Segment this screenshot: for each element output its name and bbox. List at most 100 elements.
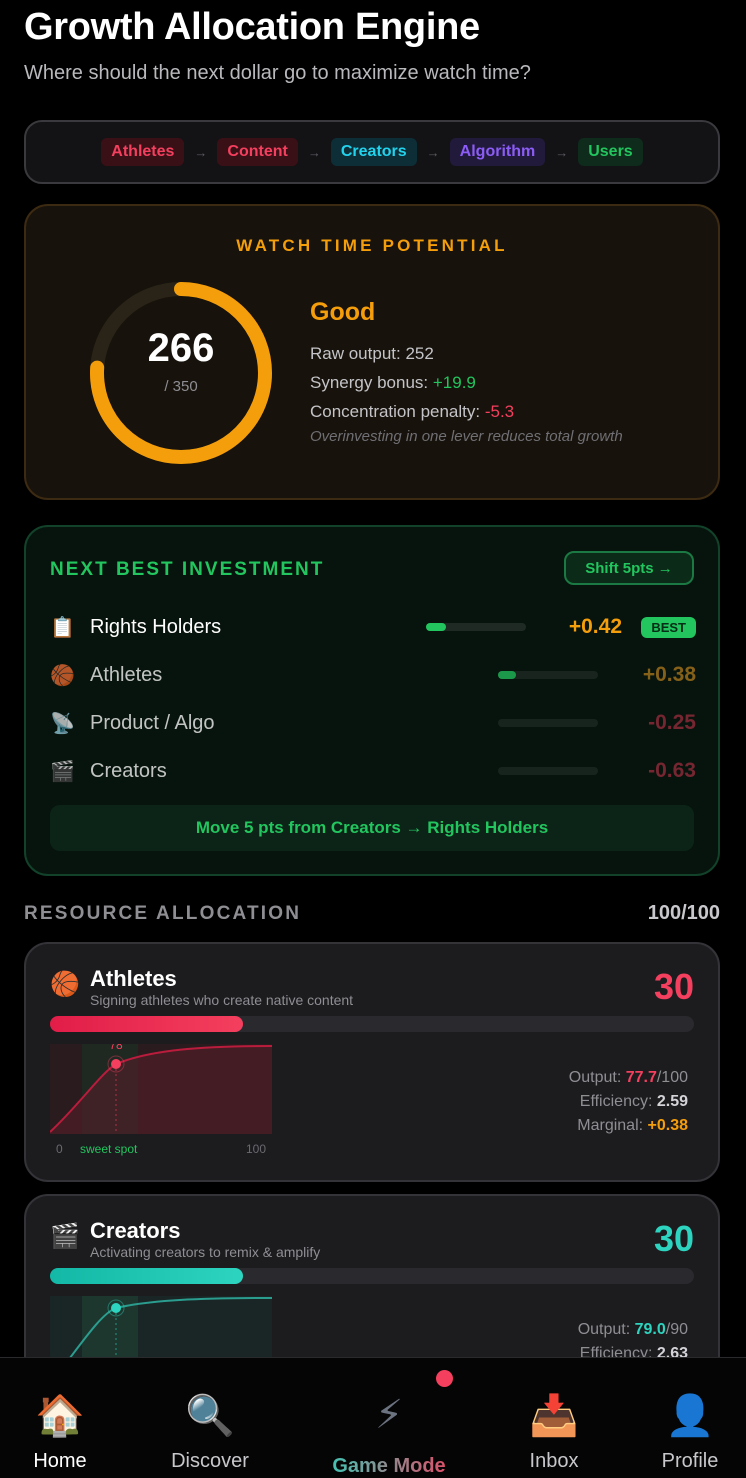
- tab-label: Profile: [661, 1450, 719, 1472]
- clipboard-icon: 📋: [50, 616, 75, 639]
- current-point-label: 78: [109, 1044, 123, 1052]
- flow-chip-content[interactable]: Content: [217, 138, 298, 166]
- score-ring: [90, 282, 272, 464]
- marginal-bar: [498, 767, 598, 775]
- basketball-icon: 🏀: [50, 664, 75, 687]
- investment-name: Athletes: [90, 663, 163, 686]
- resource-description: Activating creators to remix & amplify: [90, 1244, 321, 1260]
- curve-axis-min: 0: [56, 1142, 63, 1156]
- satellite-icon: 📡: [50, 712, 75, 735]
- flow-arrow-icon: →: [426, 144, 440, 160]
- resource-name: Athletes: [90, 966, 177, 991]
- growth-flow: Athletes → Content → Creators → Algorith…: [24, 120, 720, 184]
- sweet-spot-label: sweet spot: [80, 1142, 138, 1156]
- resource-description: Signing athletes who create native conte…: [90, 992, 354, 1008]
- tab-inbox[interactable]: 📥 Inbox: [494, 1358, 614, 1478]
- score-breakdown: Good Raw output: 252 Synergy bonus: +19.…: [310, 298, 623, 445]
- basketball-icon: 🏀: [50, 971, 80, 998]
- watch-time-label: WATCH TIME POTENTIAL: [236, 236, 508, 255]
- search-icon: 🔍: [185, 1394, 235, 1438]
- marginal-bar: [426, 623, 526, 631]
- home-icon: 🏠: [35, 1394, 85, 1438]
- marginal-value: -0.25: [648, 711, 696, 734]
- allocation-slider[interactable]: [50, 1016, 694, 1032]
- bottom-tab-bar: 🏠 Home 🔍 Discover ⚡ Game Mode 📥 Inbox 👤 …: [0, 1357, 746, 1478]
- marginal-stat-value: +0.38: [647, 1117, 688, 1134]
- penalty-line: Concentration penalty: -5.3: [310, 397, 623, 426]
- investment-name: Creators: [90, 759, 167, 782]
- resource-card-athletes[interactable]: 🏀 Athletes Signing athletes who create n…: [24, 942, 720, 1182]
- output-label: Output:: [568, 1069, 626, 1086]
- output-max: /90: [665, 1321, 688, 1338]
- output-value: 79.0: [634, 1321, 666, 1338]
- investment-row[interactable]: 📋 Rights Holders +0.42 BEST: [50, 607, 696, 647]
- current-point: [111, 1059, 121, 1069]
- resource-allocation-header: RESOURCE ALLOCATION 100/100: [24, 902, 720, 925]
- output-max: /100: [656, 1069, 688, 1086]
- output-stat: Output: 77.7/100: [569, 1066, 688, 1090]
- lightning-icon: ⚡: [374, 1393, 404, 1437]
- resource-value: 30: [653, 1218, 694, 1259]
- flow-chip-creators[interactable]: Creators: [330, 138, 417, 166]
- clapperboard-icon: 🎬: [50, 760, 75, 783]
- flow-chip-users[interactable]: Users: [578, 138, 643, 166]
- allocation-slider-fill: [50, 1016, 244, 1032]
- flow-arrow-icon: →: [307, 144, 321, 160]
- marginal-label: Marginal:: [577, 1117, 648, 1134]
- tab-label: Game Mode: [314, 1455, 464, 1478]
- investment-row[interactable]: 🏀 Athletes +0.38: [50, 655, 696, 695]
- tab-label: Inbox: [529, 1450, 579, 1472]
- page-header: Growth Allocation Engine Where should th…: [24, 6, 531, 85]
- allocation-total: 100/100: [647, 902, 720, 924]
- output-value: 77.7: [625, 1069, 657, 1086]
- allocation-slider-fill: [50, 1268, 244, 1284]
- synergy-label: Synergy bonus:: [310, 373, 433, 392]
- marginal-value: +0.42: [568, 615, 622, 638]
- score-max: / 350: [164, 378, 198, 395]
- clapperboard-icon: 🎬: [50, 1223, 80, 1250]
- flow-arrow-icon: →: [555, 144, 569, 160]
- resource-name: Creators: [90, 1218, 181, 1243]
- resource-stats: Output: 77.7/100 Efficiency: 2.59 Margin…: [569, 1066, 688, 1138]
- tab-profile[interactable]: 👤 Profile: [630, 1358, 746, 1478]
- tab-home[interactable]: 🏠 Home: [0, 1358, 120, 1478]
- flow-chip-algorithm[interactable]: Algorithm: [449, 138, 546, 166]
- marginal-bar-fill: [426, 623, 446, 631]
- raw-output-value: 252: [405, 344, 434, 363]
- flow-chip-athletes[interactable]: Athletes: [101, 138, 185, 166]
- raw-output-line: Raw output: 252: [310, 339, 623, 368]
- resource-value: 30: [653, 966, 694, 1007]
- investment-name: Product / Algo: [90, 711, 215, 734]
- best-badge: BEST: [641, 616, 696, 638]
- output-stat: Output: 79.0/90: [578, 1318, 688, 1342]
- investment-row[interactable]: 🎬 Creators -0.63: [50, 751, 696, 791]
- tab-label: Home: [33, 1450, 87, 1472]
- profile-icon: 👤: [665, 1394, 715, 1438]
- next-best-label: NEXT BEST INVESTMENT: [50, 559, 325, 580]
- score-value: 266: [147, 326, 215, 370]
- move-points-suggestion[interactable]: Move 5 pts from Creators → Rights Holder…: [50, 805, 694, 851]
- watch-time-card: WATCH TIME POTENTIAL 266 / 350 Good Raw …: [24, 204, 720, 500]
- current-point: [111, 1303, 121, 1313]
- efficiency-value: 2.59: [656, 1093, 688, 1110]
- marginal-bar-fill: [498, 671, 516, 679]
- investment-row[interactable]: 📡 Product / Algo -0.25: [50, 703, 696, 743]
- marginal-stat: Marginal: +0.38: [569, 1114, 688, 1138]
- marginal-bar: [498, 719, 598, 727]
- response-curve: 78: [50, 1044, 272, 1134]
- shift-points-button[interactable]: Shift 5pts →: [564, 551, 694, 585]
- notification-dot: [436, 1370, 453, 1387]
- tab-discover[interactable]: 🔍 Discover: [150, 1358, 270, 1478]
- tab-label: Discover: [171, 1450, 249, 1472]
- page-subtitle: Where should the next dollar go to maxim…: [24, 62, 531, 84]
- synergy-line: Synergy bonus: +19.9: [310, 368, 623, 397]
- curve-axis-max: 100: [246, 1142, 267, 1156]
- output-label: Output:: [577, 1321, 635, 1338]
- penalty-value: -5.3: [484, 402, 515, 421]
- allocation-slider[interactable]: [50, 1268, 694, 1284]
- raw-output-label: Raw output:: [310, 344, 406, 363]
- page-title: Growth Allocation Engine: [24, 6, 480, 48]
- score-rating: Good: [310, 298, 376, 326]
- penalty-label: Concentration penalty:: [310, 402, 485, 421]
- marginal-value: -0.63: [648, 759, 696, 782]
